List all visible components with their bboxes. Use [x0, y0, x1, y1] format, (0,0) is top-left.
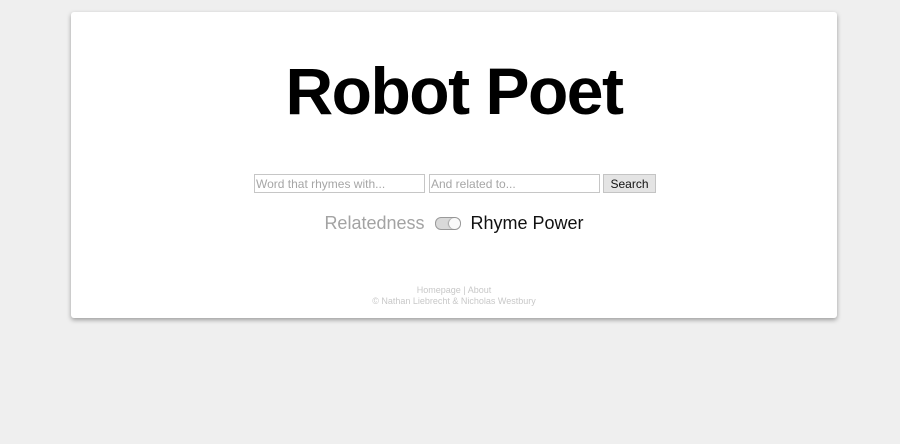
toggle-knob [448, 217, 460, 229]
search-button[interactable]: Search [603, 174, 656, 193]
rhyme-word-input[interactable] [254, 174, 425, 193]
mode-toggle-row: Relatedness Rhyme Power [71, 212, 837, 234]
mode-toggle-switch[interactable] [434, 216, 461, 230]
footer-separator: | [463, 285, 466, 295]
page-title: Robot Poet [285, 54, 624, 128]
rhyme-power-label[interactable]: Rhyme Power [471, 212, 584, 234]
footer-links: Homepage | About [71, 285, 837, 296]
about-link[interactable]: About [468, 285, 492, 295]
related-word-input[interactable] [429, 174, 600, 193]
main-card: Robot Poet Search Relatedness Rhyme Powe… [71, 12, 837, 318]
footer-credits: © Nathan Liebrecht & Nicholas Westbury [372, 296, 536, 306]
search-form: Search [254, 174, 656, 193]
footer: Homepage | About © Nathan Liebrecht & Ni… [71, 285, 837, 307]
homepage-link[interactable]: Homepage [417, 285, 461, 295]
relatedness-label[interactable]: Relatedness [324, 212, 424, 234]
